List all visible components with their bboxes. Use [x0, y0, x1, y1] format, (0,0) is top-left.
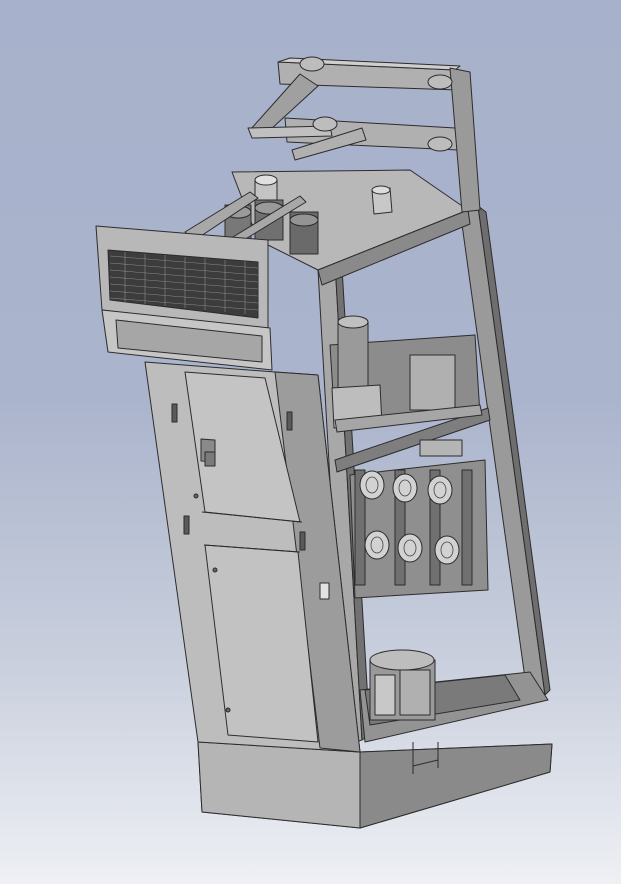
base-plinth — [197, 741, 553, 829]
switchgear-cabinet-model — [95, 56, 553, 829]
top-assembly — [231, 56, 481, 286]
cad-viewport[interactable] — [0, 0, 621, 884]
breaker-compartment — [329, 315, 491, 599]
vent-panel — [95, 225, 273, 371]
bottom-device — [369, 649, 436, 721]
